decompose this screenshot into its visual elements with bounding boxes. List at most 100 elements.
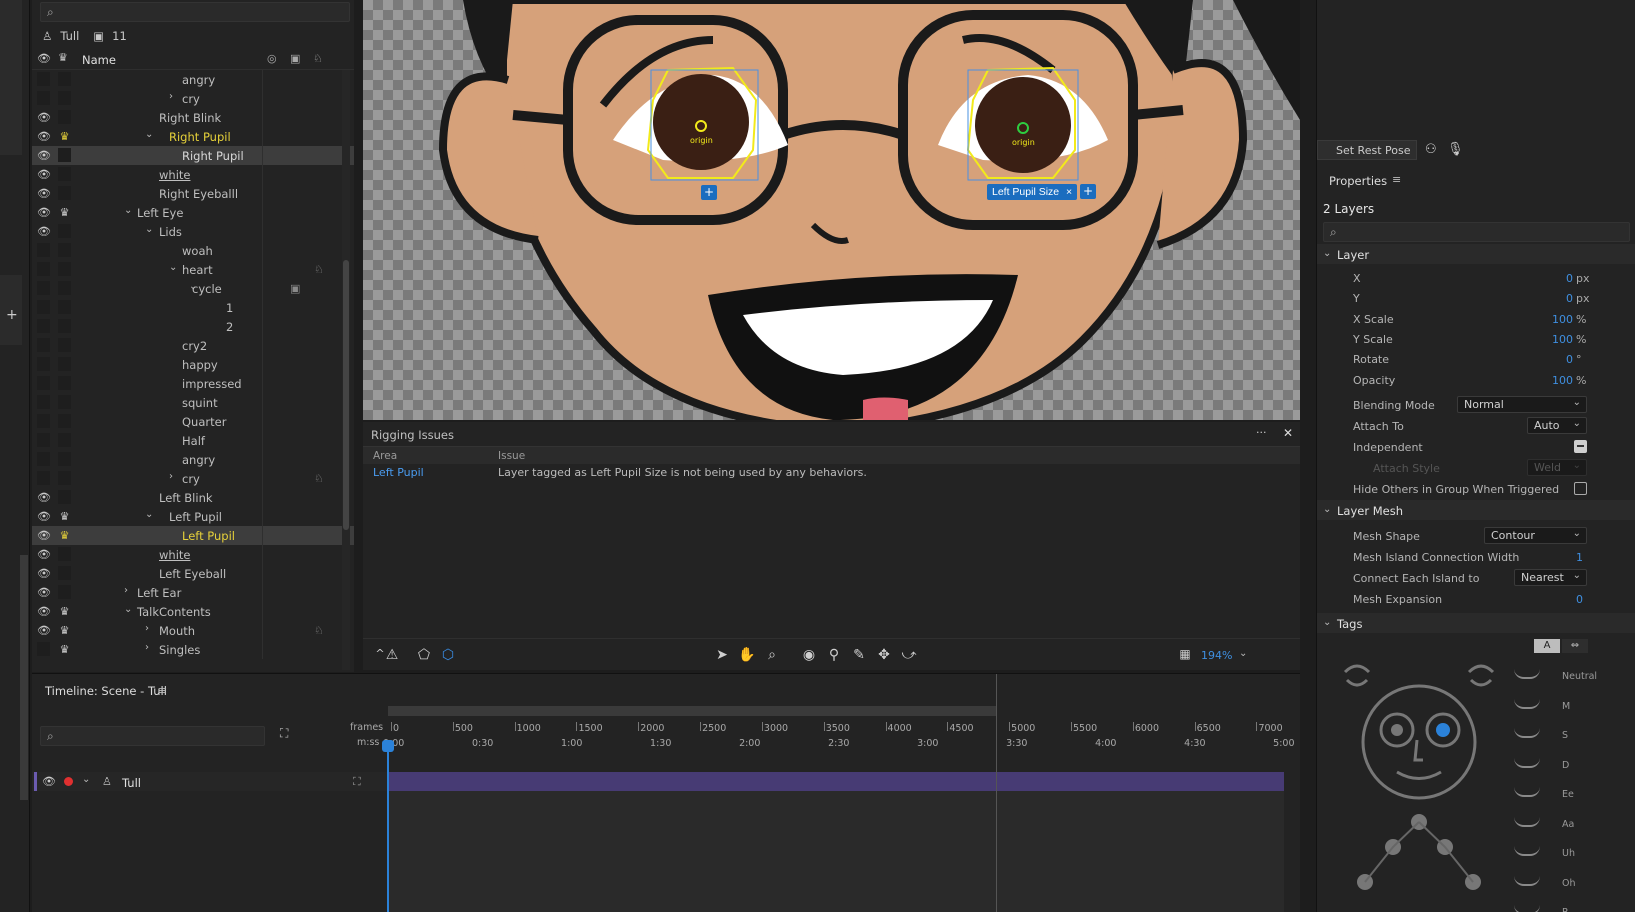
visibility-eye-icon[interactable]: 👁 <box>37 548 51 561</box>
visibility-cell[interactable] <box>37 376 50 390</box>
playhead-handle[interactable] <box>382 740 394 752</box>
connect-island-dropdown[interactable]: Nearest ⌄ <box>1514 569 1587 586</box>
crown-cell[interactable] <box>58 110 71 124</box>
mouth-shape-icon[interactable] <box>1514 728 1540 738</box>
tag-chip-close-icon[interactable]: × <box>1066 186 1072 198</box>
mouth-shape-icon[interactable] <box>1514 758 1540 768</box>
layer-search-input[interactable]: ⌕ <box>40 2 350 22</box>
mouth-tag-label[interactable]: R <box>1562 907 1569 912</box>
record-icon[interactable] <box>64 777 73 786</box>
visibility-eye-icon[interactable]: 👁 <box>37 605 51 618</box>
handle-tool-icon[interactable]: ✥ <box>875 647 893 663</box>
layer-row[interactable]: angry <box>32 450 354 469</box>
select-tool-icon[interactable]: ➤ <box>713 647 731 663</box>
chevron-right-icon[interactable]: › <box>145 642 149 653</box>
visibility-cell[interactable] <box>37 414 50 428</box>
mesh-shape-dropdown[interactable]: Contour ⌄ <box>1484 527 1587 544</box>
visibility-eye-icon[interactable]: 👁 <box>37 624 51 637</box>
visibility-eye-icon[interactable]: 👁 <box>37 130 51 143</box>
mouth-shape-icon[interactable] <box>1514 846 1540 856</box>
visibility-cell[interactable] <box>37 642 50 656</box>
visibility-icon[interactable]: 👁 <box>42 775 56 788</box>
crown-cell[interactable] <box>58 186 71 200</box>
work-area-bar[interactable] <box>388 706 996 716</box>
crown-cell[interactable] <box>58 262 71 276</box>
layer-row[interactable]: › cry ♘ <box>32 469 354 488</box>
crown-icon[interactable]: ♛ <box>58 130 71 143</box>
visibility-eye-icon[interactable]: 👁 <box>37 168 51 181</box>
menu-icon[interactable]: ≡ <box>158 684 167 697</box>
camera-icon[interactable]: ⚇ <box>1425 142 1437 157</box>
crown-cell[interactable] <box>58 338 71 352</box>
visibility-eye-icon[interactable]: 👁 <box>37 586 51 599</box>
layer-row[interactable]: 👁 Right Blink <box>32 108 354 127</box>
independent-checkbox[interactable] <box>1574 440 1587 453</box>
crown-cell[interactable] <box>58 91 71 105</box>
visibility-eye-icon[interactable]: 👁 <box>37 111 51 124</box>
visibility-cell[interactable] <box>37 91 50 105</box>
visibility-cell[interactable] <box>37 262 50 276</box>
visibility-cell[interactable] <box>37 281 50 295</box>
rig-icon[interactable]: ♘ <box>314 624 324 637</box>
chevron-down-icon[interactable]: ⌄ <box>145 224 153 235</box>
warning-icon[interactable]: ⚠ <box>383 647 401 663</box>
mesh-island-value[interactable]: 1 <box>1547 551 1583 564</box>
mouth-tag-label[interactable]: M <box>1562 701 1570 712</box>
mouth-tag-label[interactable]: S <box>1562 730 1568 741</box>
playhead[interactable] <box>382 740 394 912</box>
visibility-eye-icon[interactable]: 👁 <box>37 149 51 162</box>
layers-icon[interactable]: ⛶ <box>280 726 288 741</box>
chevron-down-icon[interactable]: ⌄ <box>124 604 132 615</box>
crown-cell[interactable] <box>58 585 71 599</box>
transparency-grid-icon[interactable]: ▦ <box>1176 647 1194 661</box>
layer-row[interactable]: Quarter <box>32 412 354 431</box>
layer-row[interactable]: 2 <box>32 317 354 336</box>
crown-cell[interactable] <box>58 452 71 466</box>
microphone-icon[interactable]: 🎙 <box>1447 142 1464 157</box>
more-options-icon[interactable]: ··· <box>1256 426 1267 439</box>
layer-row[interactable]: ⌄ cycle ▣ <box>32 279 354 298</box>
crown-icon[interactable]: ♛ <box>58 510 71 523</box>
mouth-tag-label[interactable]: D <box>1562 760 1569 771</box>
visibility-cell[interactable] <box>37 357 50 371</box>
add-tag-chip-left[interactable]: + <box>1080 184 1096 199</box>
zoom-tool-icon[interactable]: ⌕ <box>763 647 781 663</box>
mouth-shape-icon[interactable] <box>1514 905 1540 912</box>
menu-icon[interactable]: ≡ <box>1392 173 1401 186</box>
visibility-cell[interactable] <box>37 338 50 352</box>
scene-track-bar[interactable] <box>388 772 1284 791</box>
crown-cell[interactable] <box>58 490 71 504</box>
visibility-header-icon[interactable]: 👁 <box>37 52 51 65</box>
layer-row[interactable]: › cry <box>32 89 354 108</box>
hide-others-checkbox[interactable] <box>1574 482 1587 495</box>
layer-row[interactable]: 👁 ♛ Left Pupil <box>32 526 354 545</box>
layer-list-scrollbar[interactable] <box>342 70 350 670</box>
visibility-cell[interactable] <box>37 72 50 86</box>
mesh-expansion-value[interactable]: 0 <box>1547 593 1583 606</box>
visibility-eye-icon[interactable]: 👁 <box>37 567 51 580</box>
attach-to-dropdown[interactable]: Auto ⌄ <box>1527 417 1587 434</box>
visibility-eye-icon[interactable]: 👁 <box>37 206 51 219</box>
visibility-cell[interactable] <box>37 319 50 333</box>
chevron-down-icon[interactable]: ⌄ <box>124 205 132 216</box>
visibility-cell[interactable] <box>37 452 50 466</box>
rig-icon[interactable]: ♘ <box>314 263 324 276</box>
frame-icon[interactable]: ▣ <box>290 282 300 295</box>
mouth-tag-label[interactable]: Oh <box>1562 878 1576 889</box>
layer-row[interactable]: 👁 Left Eyeball <box>32 564 354 583</box>
layer-row[interactable]: Half <box>32 431 354 450</box>
layer-row[interactable]: 👁 ♛ › Mouth ♘ <box>32 621 354 640</box>
timeline-search-input[interactable]: ⌕ <box>40 726 265 746</box>
crown-cell[interactable] <box>58 376 71 390</box>
visibility-cell[interactable] <box>37 471 50 485</box>
crown-cell[interactable] <box>58 72 71 86</box>
crown-icon[interactable]: ♛ <box>58 624 71 637</box>
crown-cell[interactable] <box>58 395 71 409</box>
layer-row[interactable]: 👁 Right Pupil <box>32 146 354 165</box>
tag-chip-left-pupil-size[interactable]: Left Pupil Size × <box>987 184 1078 200</box>
visibility-eye-icon[interactable]: 👁 <box>37 529 51 542</box>
origin-header-icon[interactable]: ◎ <box>267 52 277 65</box>
tag-view-list-icon[interactable]: ⇔ <box>1562 639 1588 653</box>
crown-icon[interactable]: ♛ <box>58 529 71 542</box>
stick-tool-icon[interactable]: ✎ <box>850 647 868 663</box>
